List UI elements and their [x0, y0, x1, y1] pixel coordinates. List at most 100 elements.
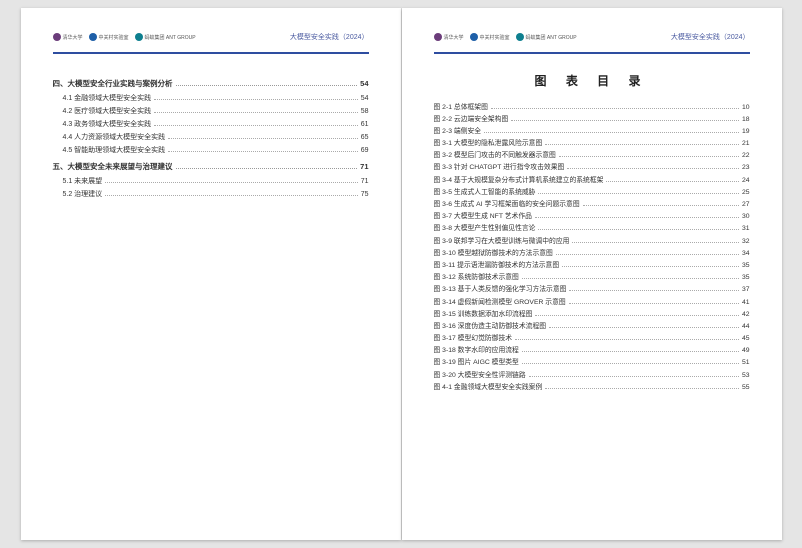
toc-leader-dots [491, 108, 739, 109]
toc-item-label: 5.1 未来展望 [63, 176, 103, 186]
figure-label: 图 3-19 图片 AIGC 模型类型 [434, 356, 519, 366]
logo-icon [89, 33, 97, 41]
toc-page-number: 58 [361, 108, 369, 115]
figure-page-number: 45 [742, 335, 750, 342]
figure-label: 图 3-4 基于大规模复杂分布式计算机系统建立的系统框架 [434, 174, 604, 184]
logo-text: 中关村实验室 [99, 34, 129, 41]
page-header-left: 清华大学 中关村实验室 蚂蚁集团 ANT GROUP 大模型安全实践（2024） [53, 28, 369, 46]
toc-row: 4.5 智能助理领域大模型安全实践 69 [53, 145, 369, 155]
toc-row: 5.1 未来展望 71 [53, 176, 369, 186]
toc-leader-dots [562, 266, 739, 267]
right-page: 清华大学中关村实验室蚂蚁集团 ANT GROUP 大模型安全实践（2024） 图… [402, 8, 782, 540]
toc-leader-dots [515, 339, 739, 340]
logo-item: 蚂蚁集团 ANT GROUP [135, 33, 196, 41]
logo-icon [53, 33, 61, 41]
figure-label: 图 3-6 生成式 AI 学习框架面临的安全问题示意图 [434, 198, 580, 208]
figure-row: 图 3-16 深度伪造主动防御技术流程图44 [434, 320, 750, 330]
toc-page-number: 69 [361, 147, 369, 154]
toc-leader-dots [529, 376, 739, 377]
logo-text: 蚂蚁集团 ANT GROUP [145, 34, 196, 41]
toc-leader-dots [567, 168, 739, 169]
figure-label: 图 3-14 虚假新闻检测模型 GROVER 示意图 [434, 296, 566, 306]
toc-leader-dots [556, 254, 739, 255]
figure-page-number: 23 [742, 164, 750, 171]
toc-leader-dots [154, 112, 358, 113]
left-page: 清华大学 中关村实验室 蚂蚁集团 ANT GROUP 大模型安全实践（2024） 四… [21, 8, 401, 540]
figure-label: 图 3-2 模型后门攻击的不同触发器示意图 [434, 149, 556, 159]
figure-row: 图 3-12 系统防御技术示意图35 [434, 271, 750, 281]
figure-row: 图 3-1 大模型的隐私泄露风险示意图 21 [434, 137, 750, 147]
toc-leader-dots [168, 138, 358, 139]
figure-label: 图 2-3 端侧安全 [434, 125, 482, 135]
toc-leader-dots [522, 351, 739, 352]
figure-page-number: 27 [742, 201, 750, 208]
logo-text: 蚂蚁集团 ANT GROUP [526, 34, 577, 41]
logo-item: 清华大学 [434, 33, 464, 41]
toc-section-label: 四、大模型安全行业实践与案例分析 [53, 78, 173, 89]
toc-leader-dots [511, 120, 739, 121]
figure-label: 图 3-18 数字水印的应用流程 [434, 344, 519, 354]
figure-label: 图 3-1 大模型的隐私泄露风险示意图 [434, 137, 543, 147]
logo-group: 清华大学 中关村实验室 蚂蚁集团 ANT GROUP [434, 33, 577, 41]
toc-leader-dots [535, 315, 738, 316]
figure-label: 图 4-1 金融领域大模型安全实践案例 [434, 381, 543, 391]
toc-item-label: 4.4 人力资源领域大模型安全实践 [63, 132, 166, 142]
toc-leader-dots [545, 144, 739, 145]
figure-page-number: 19 [742, 128, 750, 135]
figure-page-number: 41 [742, 299, 750, 306]
figure-label: 图 3-3 针对 CHATGPT 进行指令攻击效果图 [434, 161, 565, 171]
logo-text: 中关村实验室 [480, 34, 510, 41]
figure-page-number: 21 [742, 140, 750, 147]
toc-item-label: 4.5 智能助理领域大模型安全实践 [63, 145, 166, 155]
figure-list-heading: 图 表 目 录 [434, 72, 750, 89]
toc-page-number: 71 [361, 178, 369, 185]
figure-label: 图 3-9 联邦学习在大模型训练与微调中的应用 [434, 235, 570, 245]
figure-label: 图 3-11 提示语泄漏防御技术的方法示意图 [434, 259, 560, 269]
toc-leader-dots [559, 156, 739, 157]
logo-group: 清华大学 中关村实验室 蚂蚁集团 ANT GROUP [53, 33, 196, 41]
doc-title: 大模型安全实践（2024） [290, 32, 369, 42]
toc-content: 四、大模型安全行业实践与案例分析544.1 金融领域大模型安全实践544.2 医… [53, 72, 369, 513]
figure-row: 图 3-19 图片 AIGC 模型类型 51 [434, 356, 750, 366]
figure-row: 图 2-3 端侧安全 19 [434, 125, 750, 135]
logo-text: 清华大学 [63, 34, 83, 41]
figure-label: 图 2-1 总体框架图 [434, 101, 488, 111]
figure-label: 图 3-20 大模型安全性评测链路 [434, 369, 526, 379]
figure-label: 图 2-2 云边端安全架构图 [434, 113, 509, 123]
page-header-right: 清华大学中关村实验室蚂蚁集团 ANT GROUP 大模型安全实践（2024） [434, 28, 750, 46]
figure-page-number: 51 [742, 359, 750, 366]
toc-item-label: 4.2 医疗领域大模型安全实践 [63, 106, 152, 116]
toc-leader-dots [105, 195, 358, 196]
figure-page-number: 31 [742, 225, 750, 232]
figure-row: 图 2-2 云边端安全架构图18 [434, 113, 750, 123]
toc-page-number: 54 [360, 79, 368, 88]
figure-label: 图 3-5 生成式人工智能的系统威胁 [434, 186, 536, 196]
figure-page-number: 32 [742, 238, 750, 245]
logo-item: 中关村实验室 [470, 33, 510, 41]
figure-label: 图 3-7 大模型生成 NFT 艺术作品 [434, 210, 532, 220]
toc-leader-dots [572, 242, 738, 243]
toc-leader-dots [569, 290, 739, 291]
figure-label: 图 3-13 基于人类反馈的强化学习方法示意图 [434, 283, 567, 293]
toc-leader-dots [538, 229, 738, 230]
toc-leader-dots [538, 193, 738, 194]
figure-row: 图 4-1 金融领域大模型安全实践案例55 [434, 381, 750, 391]
toc-row: 4.3 政务领域大模型安全实践 61 [53, 119, 369, 129]
figure-page-number: 25 [742, 189, 750, 196]
toc-page-number: 61 [361, 121, 369, 128]
figure-row: 图 3-20 大模型安全性评测链路53 [434, 369, 750, 379]
toc-section-title: 五、大模型安全未来展望与治理建议71 [53, 161, 369, 172]
figure-row: 图 3-14 虚假新闻检测模型 GROVER 示意图 41 [434, 296, 750, 306]
header-rule [53, 52, 369, 54]
figure-page-number: 24 [742, 177, 750, 184]
toc-row: 5.2 治理建议75 [53, 189, 369, 199]
figure-row: 图 3-7 大模型生成 NFT 艺术作品30 [434, 210, 750, 220]
figure-page-number: 35 [742, 274, 750, 281]
toc-page-number: 65 [361, 134, 369, 141]
figure-label: 图 3-8 大模型产生性别偏见性言论 [434, 222, 536, 232]
figure-page-number: 22 [742, 152, 750, 159]
toc-item-label: 4.3 政务领域大模型安全实践 [63, 119, 152, 129]
toc-item-label: 4.1 金融领域大模型安全实践 [63, 93, 152, 103]
toc-leader-dots [484, 132, 739, 133]
toc-section-label: 五、大模型安全未来展望与治理建议 [53, 161, 173, 172]
